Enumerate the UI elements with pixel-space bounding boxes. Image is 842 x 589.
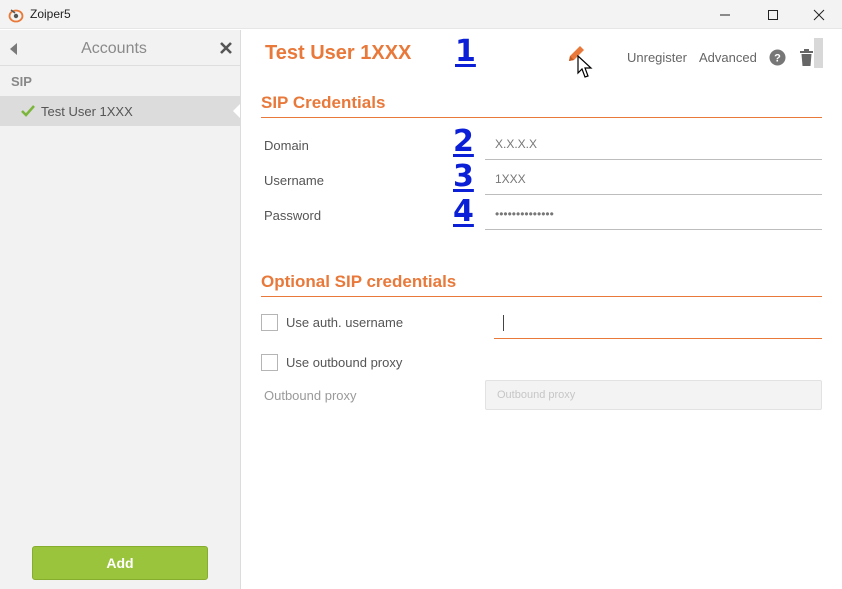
mouse-pointer-icon bbox=[577, 55, 593, 78]
use-outbound-proxy-checkbox[interactable] bbox=[261, 354, 278, 371]
domain-label: Domain bbox=[264, 138, 309, 153]
password-field-underline bbox=[485, 229, 822, 230]
section-divider bbox=[261, 117, 822, 118]
use-auth-username-label[interactable]: Use auth. username bbox=[286, 315, 403, 330]
domain-field[interactable]: X.X.X.X bbox=[495, 137, 537, 151]
username-field[interactable]: 1XXX bbox=[495, 172, 526, 186]
scrollbar-thumb[interactable] bbox=[814, 38, 823, 68]
sidebar-header: Accounts bbox=[0, 30, 240, 66]
zoiper-logo-icon bbox=[8, 9, 24, 23]
domain-field-underline bbox=[485, 159, 822, 160]
title-bar: Zoiper5 bbox=[0, 0, 842, 29]
username-label: Username bbox=[264, 173, 324, 188]
sidebar-account-item[interactable]: Test User 1XXX bbox=[0, 96, 240, 126]
account-settings-panel: Test User 1XXX 1 Unregister Advanced ? S… bbox=[241, 30, 842, 589]
delete-trash-icon[interactable] bbox=[800, 49, 813, 66]
outbound-proxy-label: Outbound proxy bbox=[264, 388, 357, 403]
auth-username-input[interactable] bbox=[494, 309, 822, 339]
registered-check-icon bbox=[21, 105, 35, 117]
minimize-icon bbox=[720, 14, 730, 15]
use-outbound-proxy-label[interactable]: Use outbound proxy bbox=[286, 355, 402, 370]
sidebar-title: Accounts bbox=[81, 40, 147, 57]
password-label: Password bbox=[264, 208, 322, 223]
minimize-button[interactable] bbox=[702, 0, 748, 29]
annotation-marker-4: 4 bbox=[453, 194, 474, 229]
maximize-button[interactable] bbox=[750, 0, 796, 29]
username-field-underline bbox=[485, 194, 822, 195]
password-field[interactable]: •••••••••••••• bbox=[495, 207, 554, 221]
advanced-link[interactable]: Advanced bbox=[699, 50, 757, 65]
help-icon[interactable]: ? bbox=[769, 49, 786, 66]
account-title[interactable]: Test User 1XXX bbox=[265, 42, 411, 65]
annotation-marker-2: 2 bbox=[453, 124, 474, 159]
account-name: Test User 1XXX bbox=[41, 104, 133, 119]
unregister-link[interactable]: Unregister bbox=[627, 50, 687, 65]
sidebar-section-sip: SIP bbox=[11, 74, 32, 89]
use-auth-username-checkbox[interactable] bbox=[261, 314, 278, 331]
selection-notch bbox=[233, 104, 240, 118]
accounts-sidebar: Accounts SIP Test User 1XXX Add bbox=[0, 30, 241, 589]
outbound-proxy-placeholder: Outbound proxy bbox=[497, 389, 576, 401]
annotation-marker-1: 1 bbox=[455, 34, 476, 69]
maximize-icon bbox=[768, 9, 778, 20]
close-window-button[interactable] bbox=[796, 0, 842, 29]
text-caret bbox=[503, 315, 504, 331]
add-account-button[interactable]: Add bbox=[32, 546, 208, 580]
outbound-proxy-input: Outbound proxy bbox=[485, 380, 822, 410]
close-icon bbox=[813, 9, 825, 20]
section-divider bbox=[261, 296, 822, 297]
annotation-marker-3: 3 bbox=[453, 159, 474, 194]
window-title: Zoiper5 bbox=[30, 7, 71, 21]
close-sidebar-icon[interactable] bbox=[218, 40, 234, 56]
svg-text:?: ? bbox=[774, 53, 781, 65]
sip-credentials-heading: SIP Credentials bbox=[261, 93, 386, 112]
optional-credentials-heading: Optional SIP credentials bbox=[261, 272, 457, 291]
